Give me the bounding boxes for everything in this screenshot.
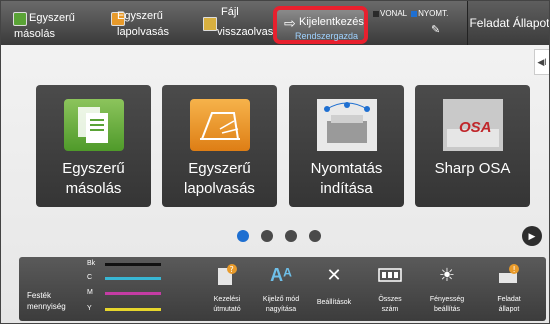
shortcut-label: Egyszerű — [29, 12, 75, 24]
bottom-bar: Festék mennyiség Bk C M Y ? Kezelési útmut… — [19, 257, 546, 321]
side-panel-toggle-icon[interactable]: ◀ǀ — [534, 49, 549, 75]
page-dot[interactable] — [285, 230, 297, 242]
tools-icon: ✕ — [326, 265, 342, 285]
print-status-icon — [411, 10, 418, 17]
toner-bar — [105, 308, 161, 311]
settings-button[interactable]: ✕ Beállítások — [309, 257, 359, 321]
scan-icon — [190, 99, 250, 151]
osa-logo-text: OSA — [459, 119, 492, 136]
svg-text:!: ! — [513, 265, 516, 274]
shortcut-label: lapolvasás — [117, 26, 169, 38]
page-dot[interactable] — [261, 230, 273, 242]
logout-icon: ⇨ — [284, 15, 296, 31]
job-status-button[interactable]: Feladat Állapot — [467, 1, 549, 45]
counter-icon — [378, 263, 402, 287]
tile-easy-copy[interactable]: Egyszerű másolás — [36, 85, 151, 207]
tile-label: Nyomtatás indítása — [310, 160, 383, 197]
folder-icon — [203, 17, 217, 31]
tile-sharp-osa[interactable]: OSA Sharp OSA — [415, 85, 530, 207]
tile-print-release[interactable]: Nyomtatás indítása — [289, 85, 404, 207]
top-bar: Egyszerű másolás Egyszerű lapolvasás Fáj… — [1, 1, 549, 45]
manual-icon: ? — [215, 263, 239, 287]
tile-label: Egyszerű lapolvasás — [184, 160, 255, 197]
toner-bar — [105, 277, 161, 280]
copy-icon — [13, 12, 27, 26]
line-status-label: VONAL — [380, 9, 407, 18]
shortcut-easy-scan[interactable]: Egyszerű lapolvasás — [109, 1, 204, 45]
total-count-button[interactable]: Összes szám — [365, 257, 415, 321]
page-dot[interactable] — [309, 230, 321, 242]
operation-guide-button[interactable]: ? Kezelési útmutató — [202, 257, 252, 321]
logged-in-user: Rendszergazda — [295, 31, 359, 41]
page-dot-active[interactable] — [237, 230, 249, 242]
tile-label: Sharp OSA — [434, 160, 511, 177]
brightness-icon: ☀ — [438, 265, 456, 285]
job-status-icon: ! — [497, 263, 521, 287]
next-page-icon[interactable]: ▶ — [522, 226, 542, 246]
shortcut-label: Egyszerű — [117, 10, 163, 22]
zoom-text-icon: Aᴬ — [270, 265, 292, 285]
print-status-label: NYOMT. — [418, 9, 449, 18]
toner-bar — [105, 263, 161, 266]
toner-level-label: Festék mennyiség — [27, 291, 66, 311]
printer-network-icon — [317, 99, 377, 151]
brightness-button[interactable]: ☀ Fényesség beállítás — [422, 257, 472, 321]
sharp-osa-logo-icon: OSA — [443, 99, 503, 151]
tile-label: Egyszerű másolás — [62, 160, 125, 197]
logout-button[interactable]: ⇨ Kijelentkezés Rendszergazda — [273, 6, 368, 44]
logout-label: Kijelentkezés — [299, 16, 364, 28]
wrench-icon: ✎ — [431, 24, 441, 36]
line-status-icon — [373, 10, 379, 17]
copy-icon — [64, 99, 124, 151]
shortcut-label: másolás — [14, 28, 55, 40]
shortcut-easy-copy[interactable]: Egyszerű másolás — [9, 1, 104, 45]
shortcut-label: Fájl — [221, 6, 239, 18]
svg-text:?: ? — [230, 265, 234, 274]
home-screen: Egyszerű másolás Egyszerű lapolvasás Fáj… — [0, 0, 550, 324]
toner-bar — [105, 292, 161, 295]
shortcut-file-retrieve[interactable]: Fájl visszaolvasás — [201, 1, 285, 45]
job-status-panel-button[interactable]: ! Feladat állapot — [484, 257, 534, 321]
tile-easy-scan[interactable]: Egyszerű lapolvasás — [162, 85, 277, 207]
display-zoom-button[interactable]: Aᴬ Kijelző mód nagyítása — [256, 257, 306, 321]
status-indicators: VONAL NYOMT. — [373, 9, 448, 18]
